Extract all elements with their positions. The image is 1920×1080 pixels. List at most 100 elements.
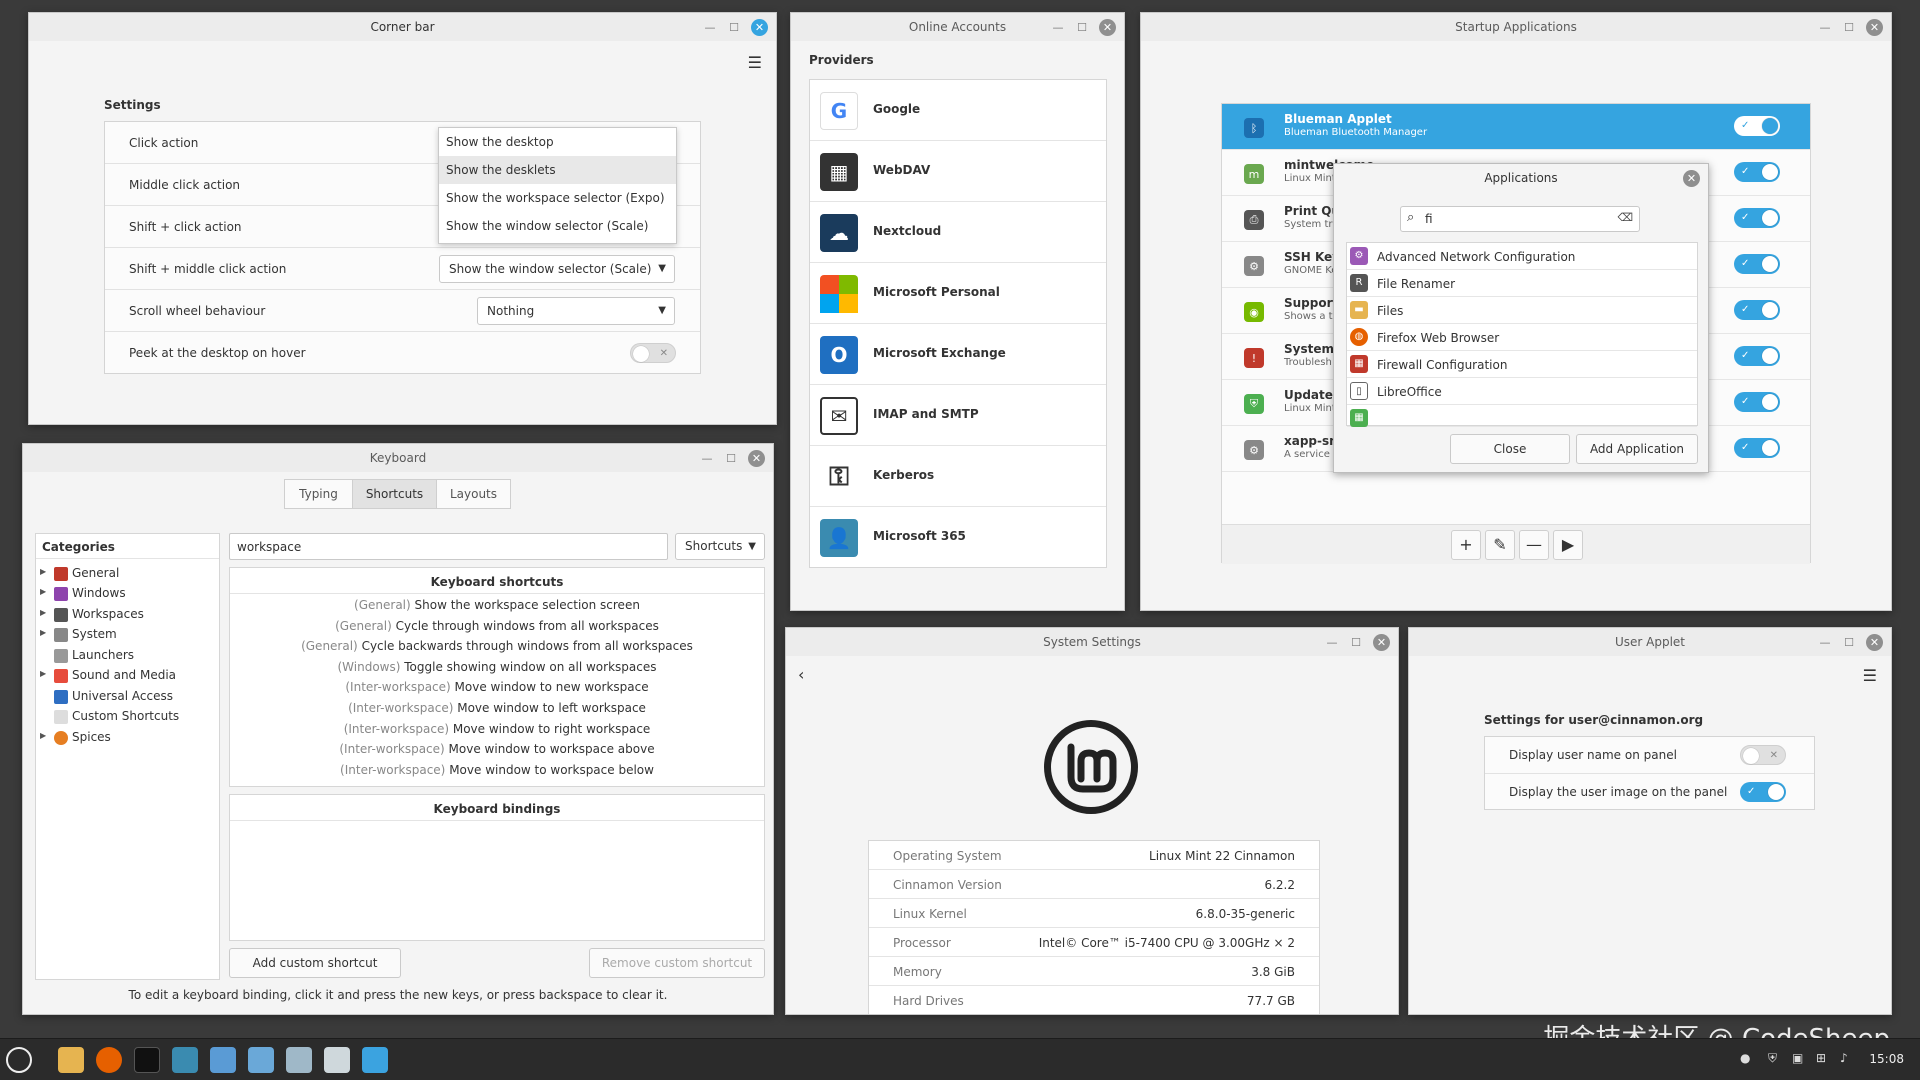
provider-nextcloud[interactable]: ☁ Nextcloud <box>810 202 1106 263</box>
user-applet-titlebar[interactable]: User Applet — ☐ ✕ <box>1409 628 1891 656</box>
windows-icon[interactable] <box>210 1047 236 1073</box>
application-item[interactable]: ⚙ Advanced Network Configuration <box>1347 243 1697 270</box>
keyboard-icon[interactable] <box>248 1047 274 1073</box>
startup-apps-titlebar[interactable]: Startup Applications — ☐ ✕ <box>1141 13 1891 41</box>
application-item-partial[interactable]: ▦ <box>1347 405 1697 427</box>
startup-toggle[interactable]: ✓ <box>1734 254 1780 274</box>
startup-toggle[interactable]: ✓ <box>1734 208 1780 228</box>
close-icon[interactable]: ✕ <box>1099 19 1116 36</box>
maximize-icon[interactable]: ☐ <box>724 452 738 466</box>
shortcut-row[interactable]: (Inter-workspace) Move window to workspa… <box>230 763 764 777</box>
search-input[interactable]: workspace <box>229 533 668 560</box>
application-item[interactable]: ▦ Firewall Configuration <box>1347 351 1697 378</box>
back-icon[interactable]: ‹ <box>798 665 804 684</box>
firefox-icon[interactable] <box>96 1047 122 1073</box>
minimize-icon[interactable]: — <box>1818 21 1832 35</box>
maximize-icon[interactable]: ☐ <box>1075 21 1089 35</box>
tab-typing[interactable]: Typing <box>284 479 353 509</box>
shortcut-row[interactable]: (General) Show the workspace selection s… <box>230 598 764 612</box>
startup-toggle[interactable]: ✓ <box>1734 346 1780 366</box>
tab-layouts[interactable]: Layouts <box>436 479 511 509</box>
tab-shortcuts[interactable]: Shortcuts <box>352 479 437 509</box>
expand-icon[interactable]: ▶ <box>40 628 46 637</box>
minimize-icon[interactable]: — <box>1051 21 1065 35</box>
minimize-icon[interactable]: — <box>703 21 717 35</box>
display-username-toggle[interactable]: ✕ <box>1740 745 1786 765</box>
search-input[interactable]: fi <box>1425 212 1433 226</box>
shortcuts-filter-combo[interactable]: Shortcuts ▼ <box>675 533 765 560</box>
maximize-icon[interactable]: ☐ <box>1842 636 1856 650</box>
shortcut-row[interactable]: (Inter-workspace) Move window to left wo… <box>230 701 764 715</box>
provider-kerberos[interactable]: ⚿ Kerberos <box>810 446 1106 507</box>
clock[interactable]: 15:08 <box>1869 1052 1904 1066</box>
startup-toggle[interactable]: ✓ <box>1734 162 1780 182</box>
expand-icon[interactable]: ▶ <box>40 567 46 576</box>
provider-microsoft-exchange[interactable]: O Microsoft Exchange <box>810 324 1106 385</box>
edit-button[interactable]: ✎ <box>1485 530 1515 560</box>
close-icon[interactable]: ✕ <box>748 450 765 467</box>
search-box[interactable]: ⌕ fi ⌫ <box>1400 206 1640 232</box>
startup-toggle[interactable]: ✓ <box>1734 392 1780 412</box>
close-icon[interactable]: ✕ <box>1866 19 1883 36</box>
provider-webdav[interactable]: ▦ WebDAV <box>810 141 1106 202</box>
provider-microsoft-personal[interactable]: Microsoft Personal <box>810 263 1106 324</box>
applications-titlebar[interactable]: Applications ✕ <box>1334 164 1708 192</box>
expand-icon[interactable]: ▶ <box>40 669 46 678</box>
mint-menu-icon[interactable] <box>6 1047 32 1073</box>
scroll-wheel-combo[interactable]: Nothing ▼ <box>477 297 675 325</box>
close-button[interactable]: Close <box>1450 434 1570 464</box>
files-icon[interactable] <box>58 1047 84 1073</box>
dropdown-option[interactable]: Show the workspace selector (Expo) <box>439 184 676 212</box>
shortcut-row[interactable]: (Inter-workspace) Move window to right w… <box>230 722 764 736</box>
menu-icon[interactable]: ☰ <box>1863 666 1877 685</box>
dropdown-option-selected[interactable]: Show the desklets <box>439 156 676 184</box>
run-button[interactable]: ▶ <box>1553 530 1583 560</box>
add-custom-shortcut-button[interactable]: Add custom shortcut <box>229 948 401 978</box>
startup-toggle[interactable]: ✓ <box>1734 116 1780 136</box>
add-application-button[interactable]: Add Application <box>1576 434 1698 464</box>
application-item[interactable]: R File Renamer <box>1347 270 1697 297</box>
online-accounts-icon[interactable] <box>362 1047 388 1073</box>
volume-icon[interactable]: ♪ <box>1840 1051 1854 1067</box>
corner-bar-titlebar[interactable]: Corner bar — ☐ ✕ <box>29 13 776 41</box>
shield-icon[interactable]: ⛨ <box>1768 1051 1782 1067</box>
user-tray-icon[interactable]: ● <box>1740 1051 1754 1067</box>
shortcut-row[interactable]: (General) Cycle backwards through window… <box>230 639 764 653</box>
online-accounts-titlebar[interactable]: Online Accounts — ☐ ✕ <box>791 13 1124 41</box>
clear-search-icon[interactable]: ⌫ <box>1617 211 1633 224</box>
dropdown-option[interactable]: Show the desktop <box>439 128 676 156</box>
expand-icon[interactable]: ▶ <box>40 587 46 596</box>
terminal-icon[interactable] <box>134 1047 160 1073</box>
remove-custom-shortcut-button[interactable]: Remove custom shortcut <box>589 948 765 978</box>
provider-microsoft-365[interactable]: 👤 Microsoft 365 <box>810 507 1106 568</box>
maximize-icon[interactable]: ☐ <box>1842 21 1856 35</box>
provider-imap-smtp[interactable]: ✉ IMAP and SMTP <box>810 385 1106 446</box>
application-item[interactable]: ▯ LibreOffice <box>1347 378 1697 405</box>
close-icon[interactable]: ✕ <box>1373 634 1390 651</box>
dropdown-option[interactable]: Show the window selector (Scale) <box>439 212 676 240</box>
system-settings-titlebar[interactable]: System Settings — ☐ ✕ <box>786 628 1398 656</box>
add-button[interactable]: + <box>1451 530 1481 560</box>
startup-toggle[interactable]: ✓ <box>1734 438 1780 458</box>
expand-icon[interactable]: ▶ <box>40 731 46 740</box>
startup-item[interactable]: ᛒ Blueman Applet Blueman Bluetooth Manager… <box>1222 104 1810 150</box>
network-icon[interactable]: ⊞ <box>1816 1051 1830 1067</box>
close-icon[interactable]: ✕ <box>1866 634 1883 651</box>
close-icon[interactable]: ✕ <box>1683 170 1700 187</box>
shortcut-row[interactable]: (Inter-workspace) Move window to workspa… <box>230 742 764 756</box>
startup-toggle[interactable]: ✓ <box>1734 300 1780 320</box>
clipboard-icon[interactable]: ▣ <box>1792 1051 1806 1067</box>
provider-google[interactable]: G Google <box>810 80 1106 141</box>
peek-desktop-toggle[interactable]: ✕ <box>630 343 676 363</box>
keyboard-titlebar[interactable]: Keyboard — ☐ ✕ <box>23 444 773 472</box>
maximize-icon[interactable]: ☐ <box>1349 636 1363 650</box>
minimize-icon[interactable]: — <box>1818 636 1832 650</box>
expand-icon[interactable]: ▶ <box>40 608 46 617</box>
click-action-dropdown[interactable]: Show the desktop Show the desklets Show … <box>438 127 677 244</box>
minimize-icon[interactable]: — <box>700 452 714 466</box>
minimize-icon[interactable]: — <box>1325 636 1339 650</box>
shortcut-row[interactable]: (General) Cycle through windows from all… <box>230 619 764 633</box>
remove-button[interactable]: — <box>1519 530 1549 560</box>
system-settings-icon[interactable] <box>286 1047 312 1073</box>
user-icon[interactable] <box>172 1047 198 1073</box>
